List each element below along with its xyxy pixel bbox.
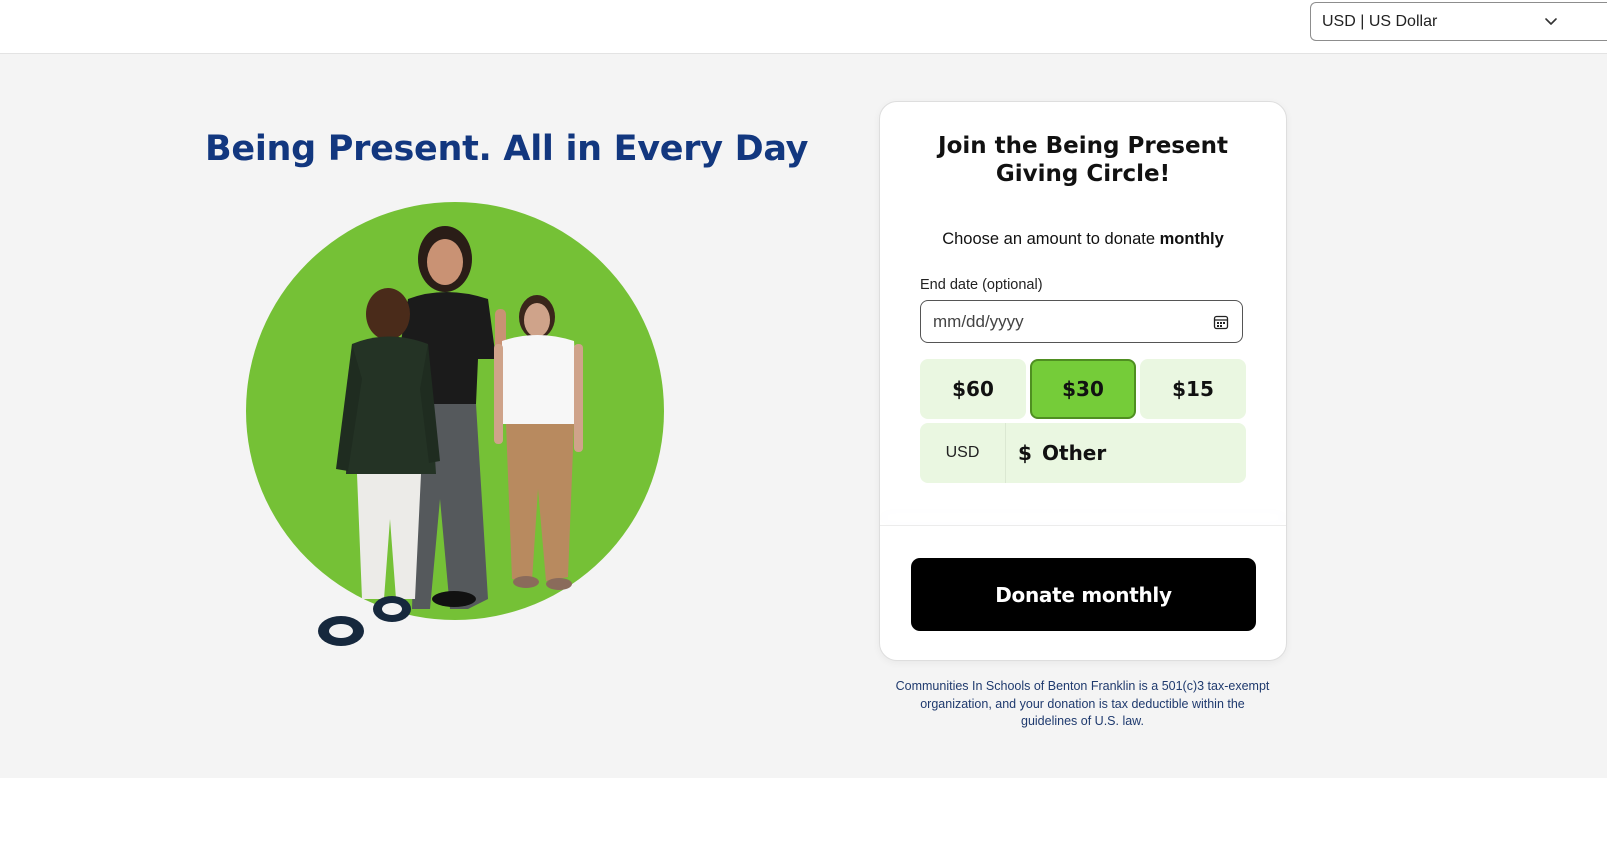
end-date-input[interactable]: mm/dd/yyyy bbox=[920, 300, 1243, 343]
end-date-placeholder: mm/dd/yyyy bbox=[933, 311, 1024, 331]
choose-amount-text: Choose an amount to donate monthly bbox=[880, 230, 1286, 249]
amount-60-button[interactable]: $60 bbox=[920, 359, 1026, 419]
end-date-label: End date (optional) bbox=[920, 277, 1043, 293]
top-bar: USD | US Dollar bbox=[0, 0, 1607, 54]
amount-30-button[interactable]: $30 bbox=[1030, 359, 1136, 419]
card-divider bbox=[880, 525, 1286, 526]
calendar-icon[interactable] bbox=[1213, 314, 1229, 330]
dollar-sign: $ bbox=[1018, 441, 1032, 465]
form-title: Join the Being Present Giving Circle! bbox=[938, 133, 1228, 187]
hero-photo bbox=[246, 202, 664, 646]
currency-select[interactable]: USD | US Dollar bbox=[1310, 2, 1607, 41]
other-amount-currency[interactable]: USD bbox=[920, 423, 1006, 483]
main-section: Being Present. All in Every Day Join the… bbox=[0, 54, 1607, 778]
donation-form-card: Join the Being Present Giving Circle! Ch… bbox=[879, 101, 1287, 661]
other-amount-input[interactable]: Other bbox=[1042, 441, 1106, 465]
tax-disclaimer: Communities In Schools of Benton Frankli… bbox=[895, 679, 1270, 728]
other-amount-field[interactable]: USD $ Other bbox=[920, 423, 1246, 483]
frequency-emphasis: monthly bbox=[1159, 230, 1224, 248]
choose-amount-prefix: Choose an amount to donate bbox=[942, 230, 1160, 248]
amount-15-button[interactable]: $15 bbox=[1140, 359, 1246, 419]
currency-select-value: USD | US Dollar bbox=[1322, 12, 1438, 30]
chevron-down-icon bbox=[1545, 18, 1557, 25]
donate-monthly-button[interactable]: Donate monthly bbox=[911, 558, 1256, 631]
page-headline: Being Present. All in Every Day bbox=[205, 129, 809, 169]
